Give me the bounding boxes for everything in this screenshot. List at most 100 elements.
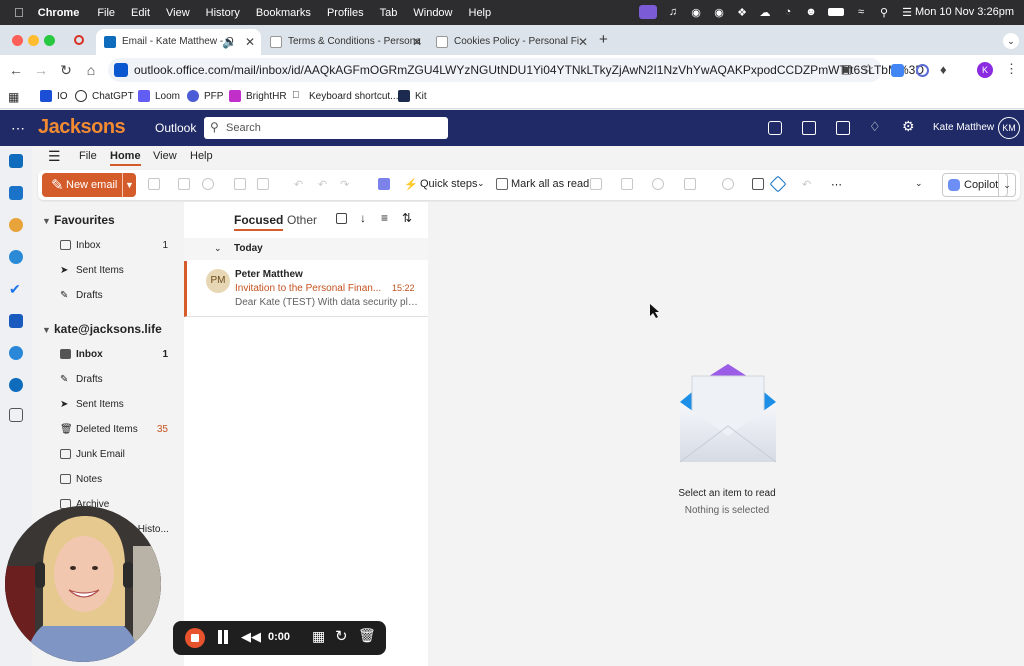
bookmark-star-icon[interactable]: ☆ [862,61,874,77]
teams-share-icon[interactable] [378,178,390,190]
back-arrow-icon[interactable]: ← [8,62,24,78]
bookmark-brighthr[interactable]: BrightHR [229,90,287,102]
snooze-icon[interactable] [652,178,664,190]
reply-icon[interactable]: ↶ [294,178,303,191]
filter-icon[interactable]: ≡ [381,211,388,225]
tab-view[interactable]: View [153,150,177,162]
extension-icon[interactable] [891,64,904,77]
mark-all-read-button[interactable]: Mark all as read [511,178,589,190]
favourites-header[interactable]: ▼ Favourites [42,213,115,227]
bookmark-chatgpt[interactable]: ChatGPT [75,90,134,102]
extensions-puzzle-icon[interactable]: ♦ [940,62,947,77]
tab-email[interactable]: Email - Kate Matthew - O 🔈 ✕ [96,29,261,55]
close-tab-icon[interactable]: ✕ [578,29,588,55]
close-tab-icon[interactable]: ✕ [412,29,422,55]
audio-playing-icon[interactable]: 🔈 [222,29,237,55]
more-apps-icon[interactable] [9,408,23,422]
new-tab-button[interactable]: + [599,31,608,48]
folder-junk-email[interactable]: Junk Email [60,445,178,465]
address-bar[interactable]: outlook.office.com/mail/inbox/id/AAQkAGF… [108,58,924,82]
tab-help[interactable]: Help [190,150,213,162]
mark-read-icon[interactable] [496,178,508,190]
quick-steps-button[interactable]: Quick steps [420,178,477,190]
archive-icon[interactable] [178,178,190,190]
sync-icon[interactable]: ◔ [781,5,795,19]
screen-record-icon[interactable] [639,5,657,19]
bookmark-kit[interactable]: Kit [398,90,427,102]
site-info-icon[interactable] [114,63,128,77]
tab-cookies[interactable]: Cookies Policy - Personal Fi ✕ [428,29,594,55]
close-tab-icon[interactable]: ✕ [245,29,255,55]
menu-app-name[interactable]: Chrome [38,7,80,19]
draw-grid-icon[interactable]: ▦ [312,628,325,645]
user-name[interactable]: Kate Matthew [933,122,994,133]
message-row[interactable]: PM Peter Matthew Invitation to the Perso… [184,261,428,317]
restart-icon[interactable]: ↻ [335,627,348,645]
menu-tab[interactable]: Tab [380,7,398,19]
fav-inbox[interactable]: Inbox 1 [60,236,178,256]
print-icon[interactable] [722,178,734,190]
menu-profiles[interactable]: Profiles [327,7,364,19]
todo-check-icon[interactable]: ✔ [9,282,23,296]
bookmark-pfp[interactable]: PFP [187,90,223,102]
ribbon-expand-chevron-icon[interactable]: ⌄ [915,178,923,189]
reply-all-icon[interactable]: ↶ [318,178,327,191]
mail-icon[interactable] [9,154,23,168]
profile-avatar-icon[interactable]: K [977,62,993,78]
tab-file[interactable]: File [79,150,97,162]
stop-recording-button[interactable] [185,628,205,648]
outlook-icon[interactable] [802,121,816,135]
hamburger-menu-icon[interactable]: ☰ [48,148,61,165]
folder-inbox[interactable]: Inbox 1 [60,345,178,365]
sweep-icon[interactable] [234,178,246,190]
quick-steps-icon[interactable]: ⚡ [404,178,418,191]
maximize-window-button[interactable] [44,35,55,46]
rewind-icon[interactable]: ◀◀ [241,629,261,645]
new-email-dropdown-chevron-icon[interactable]: ▼ [122,173,136,197]
forward-icon[interactable]: ↷ [340,178,349,191]
spotlight-search-icon[interactable]: ⚲ [877,5,891,19]
focused-tab[interactable]: Focused [234,213,284,231]
bookmark-loom[interactable]: Loom [138,90,180,102]
dropbox-icon[interactable]: ❖ [735,5,749,19]
quick-steps-chevron-icon[interactable]: ⌄ [477,178,485,189]
word-icon[interactable] [9,314,23,328]
search-input[interactable]: ⚲ Search [204,117,448,139]
apps-icon[interactable] [769,175,787,193]
bookmark-io[interactable]: IO [40,90,68,102]
folder-deleted-items[interactable]: 🗑 Deleted Items 35 [60,420,178,440]
menu-help[interactable]: Help [469,7,492,19]
menu-file[interactable]: File [97,7,115,19]
folder-notes[interactable]: Notes [60,470,178,490]
folder-drafts[interactable]: ✎ Drafts [60,370,178,390]
apple-menu-icon[interactable]:  [14,5,24,20]
move-to-icon[interactable] [257,178,269,190]
wifi-icon[interactable]: ≈ [854,5,868,19]
app-name[interactable]: Outlook [155,121,196,135]
tab-home[interactable]: Home [110,150,141,166]
onedrive-icon[interactable] [9,378,23,392]
menu-bookmarks[interactable]: Bookmarks [256,7,311,19]
apps-grid-icon[interactable]: ▦ [8,90,19,104]
trash-icon[interactable]: 🗑 [358,627,376,644]
undo-icon[interactable]: ↶ [802,178,811,191]
immersive-reader-icon[interactable] [752,178,764,190]
rules-icon[interactable] [684,178,696,190]
pause-icon[interactable] [218,630,222,644]
battery-icon[interactable] [827,5,845,19]
copilot-app-icon[interactable] [9,218,23,232]
cloud-icon[interactable]: ☁ [758,5,772,19]
sort-icon[interactable]: ⇅ [402,211,412,225]
brand-logo[interactable]: Jacksons [38,116,126,139]
meet-now-icon[interactable] [768,121,782,135]
app-launcher-icon[interactable]: ⋯ [11,120,25,137]
webcam-overlay[interactable] [5,506,161,662]
forward-arrow-icon[interactable]: → [33,62,49,78]
people-icon[interactable] [9,250,23,264]
folder-sent-items[interactable]: ➤ Sent Items [60,395,178,415]
user-icon[interactable]: ☻ [804,5,818,19]
tab-search-chevron-icon[interactable]: ⌄ [1003,33,1019,49]
delete-icon[interactable] [148,178,160,190]
more-menu-icon[interactable]: ⋮ [1005,61,1018,77]
menu-window[interactable]: Window [413,7,452,19]
